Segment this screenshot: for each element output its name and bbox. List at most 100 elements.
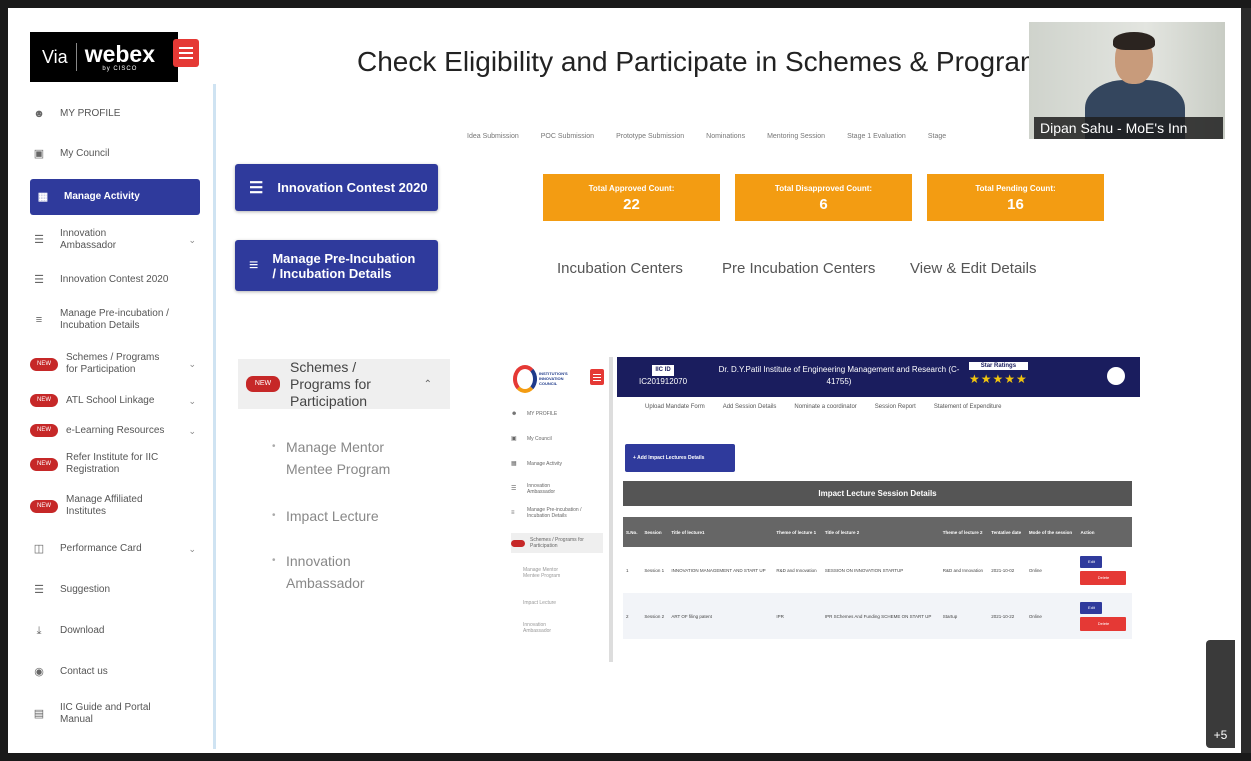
sidebar-item-suggestion[interactable]: ☰ Suggestion — [30, 584, 200, 596]
new-badge: NEW — [30, 457, 58, 471]
page-title: Check Eligibility and Participate in Sch… — [357, 46, 1044, 77]
sidebar-item-innovation-contest[interactable]: ☰ Innovation Contest 2020 — [30, 274, 200, 286]
chevron-up-icon: ⌃ — [423, 378, 432, 390]
list-icon: ☰ — [34, 234, 44, 246]
new-badge: NEW — [30, 424, 58, 437]
inner-side-item[interactable]: ☻ MY PROFILE — [511, 411, 603, 417]
sidebar-item-download[interactable]: ⤓ Download — [30, 625, 200, 637]
participant-hair — [1113, 32, 1155, 50]
pending-count-card: Total Pending Count: 16 — [927, 174, 1104, 221]
tab-prototype[interactable]: Prototype Submission — [616, 133, 684, 140]
sidebar-item-my-profile[interactable]: ☻ MY PROFILE — [30, 108, 200, 120]
chevron-down-icon: ⌄ — [188, 544, 196, 554]
sidebar-item-performance-card[interactable]: ◫ Performance Card ⌄ — [30, 543, 200, 555]
menu-toggle-icon[interactable] — [173, 39, 199, 67]
tab-nominations[interactable]: Nominations — [706, 133, 745, 140]
sub-link-innovation-ambassador[interactable]: • Innovation Ambassador — [272, 550, 402, 594]
inner-side-sublink[interactable]: Impact Lecture — [523, 600, 615, 606]
chart-icon: ◫ — [33, 543, 45, 555]
list-icon: ☰ — [34, 274, 44, 286]
iic-logo: INSTITUTION'S INNOVATION COUNCIL — [513, 365, 573, 393]
participant-video-tile[interactable]: Dipan Sahu - MoE's Inn — [1029, 22, 1225, 139]
disapproved-count-card: Total Disapproved Count: 6 — [735, 174, 912, 221]
more-participants-button[interactable]: +5 — [1206, 640, 1235, 748]
sidebar-item-contact[interactable]: ◉ Contact us — [30, 666, 200, 678]
chevron-down-icon: ⌄ — [188, 359, 196, 369]
book-icon: ▤ — [33, 708, 45, 720]
location-icon: ◉ — [34, 666, 44, 678]
webex-logo: webex by CISCO — [77, 40, 156, 72]
table-row: 2 Session 2 ART OF filing patent IPR IPR SCh… — [623, 593, 1132, 639]
edit-button[interactable]: Edit — [1080, 601, 1103, 614]
tab-add-session[interactable]: Add Session Details — [723, 404, 777, 410]
new-badge: NEW — [246, 376, 280, 392]
new-badge: NEW — [30, 394, 58, 407]
sidebar-item-innovation-ambassador[interactable]: ☰ Innovation Ambassador ⌄ — [30, 228, 200, 252]
inner-side-item[interactable]: ≡ Manage Pre-incubation / Incubation Deta… — [511, 507, 603, 519]
schemes-label: Schemes / Programs for Participation — [290, 358, 371, 409]
pre-incubation-button[interactable]: ≡ Manage Pre-Incubation / Incubation Deta… — [235, 240, 438, 291]
new-badge: NEW — [30, 499, 58, 513]
tab-stage[interactable]: Stage — [928, 133, 946, 140]
embedded-screenshot: INSTITUTION'S INNOVATION COUNCIL ☻ MY PRO… — [505, 357, 1140, 662]
innovation-contest-button[interactable]: ☰ Innovation Contest 2020 — [235, 164, 438, 211]
inner-side-item[interactable]: ☰ Innovation Ambassador — [511, 483, 603, 495]
tabs-row: Idea Submission POC Submission Prototype… — [467, 133, 946, 140]
tab-expenditure[interactable]: Statement of Expenditure — [934, 404, 1002, 410]
download-icon: ⤓ — [36, 625, 42, 637]
chevron-down-icon: ⌄ — [188, 235, 196, 245]
tab-poc[interactable]: POC Submission — [541, 133, 594, 140]
impact-lecture-table: S.No. Session Title of lecture1 Theme of le… — [623, 517, 1132, 639]
inner-header: IIC ID IC201912070 Dr. D.Y.Patil Institut… — [617, 357, 1140, 397]
inner-sidebar: INSTITUTION'S INNOVATION COUNCIL ☻ MY PRO… — [505, 357, 613, 662]
layers-icon: ≡ — [249, 257, 259, 274]
inner-side-item[interactable]: Schemes / Programs for Participation — [511, 533, 603, 553]
edit-button[interactable]: Edit — [1080, 555, 1103, 568]
layers-icon: ≡ — [35, 314, 43, 326]
sidebar-item-manage-activity[interactable]: ▦ Manage Activity — [30, 179, 200, 215]
sidebar-item-affiliated[interactable]: NEW Manage Affiliated Institutes — [30, 494, 200, 518]
inner-menu-icon[interactable] — [590, 369, 604, 385]
delete-button[interactable]: Delete — [1080, 616, 1127, 631]
account-icon[interactable] — [1107, 367, 1125, 385]
window-edge — [1241, 8, 1251, 753]
inner-side-sublink[interactable]: Innovation Ambassador — [523, 622, 615, 634]
incubation-centers-link[interactable]: Incubation Centers — [557, 260, 683, 277]
participant-name: Dipan Sahu - MoE's Inn — [1034, 117, 1223, 139]
sidebar-item-refer-institute[interactable]: NEW Refer Institute for IIC Registration — [30, 452, 200, 476]
inner-side-item[interactable]: ▦ Manage Activity — [511, 461, 603, 467]
grid-icon: ▦ — [37, 191, 49, 203]
schemes-menu[interactable]: NEW Schemes / Programs for Participation… — [238, 359, 450, 409]
list-icon: ☰ — [249, 179, 264, 197]
sub-link-mentor[interactable]: • Manage Mentor Mentee Program — [272, 436, 402, 480]
sidebar-item-elearning[interactable]: NEW e-Learning Resources ⌄ — [30, 424, 200, 437]
webex-via-label: Via — [30, 43, 77, 71]
table-row: 1 Session 1 INNOVATION MANAGEMENT AND STAR… — [623, 547, 1132, 593]
tab-stage1[interactable]: Stage 1 Evaluation — [847, 133, 906, 140]
sidebar-item-pre-incubation[interactable]: ≡ Manage Pre-incubation / Incubation Deta… — [30, 308, 200, 332]
sidebar-item-guide[interactable]: ▤ IIC Guide and Portal Manual — [30, 702, 200, 726]
approved-count-card: Total Approved Count: 22 — [543, 174, 720, 221]
tab-idea[interactable]: Idea Submission — [467, 133, 519, 140]
webex-brand: webex — [84, 40, 156, 67]
sidebar-item-schemes[interactable]: NEW Schemes / Programs for Participation ⌄ — [30, 352, 200, 376]
inner-side-sublink[interactable]: Manage Mentor Mentee Program — [523, 567, 615, 579]
inner-side-item[interactable]: ▣ My Council — [511, 436, 603, 442]
council-icon: ▣ — [33, 148, 45, 160]
tab-mentoring[interactable]: Mentoring Session — [767, 133, 825, 140]
sidebar-item-my-council[interactable]: ▣ My Council — [30, 148, 200, 160]
tab-nominate[interactable]: Nominate a coordinator — [794, 404, 856, 410]
tab-upload-mandate[interactable]: Upload Mandate Form — [645, 404, 705, 410]
star-ratings: Star Ratings ★★★★★ — [969, 362, 1028, 386]
add-impact-lecture-button[interactable]: + Add Impact Lectures Details — [625, 444, 735, 472]
sub-link-impact-lecture[interactable]: • Impact Lecture — [272, 505, 402, 527]
table-header-row: S.No. Session Title of lecture1 Theme of le… — [623, 517, 1132, 547]
delete-button[interactable]: Delete — [1080, 570, 1127, 585]
webex-sub: by CISCO — [102, 65, 138, 72]
pre-incubation-centers-link[interactable]: Pre Incubation Centers — [722, 260, 875, 277]
chevron-down-icon: ⌄ — [188, 425, 196, 436]
tab-session-report[interactable]: Session Report — [875, 404, 916, 410]
sidebar-item-atl[interactable]: NEW ATL School Linkage ⌄ — [30, 394, 200, 407]
inner-tabs: Upload Mandate Form Add Session Details … — [645, 404, 1002, 410]
view-edit-details-link[interactable]: View & Edit Details — [910, 260, 1036, 277]
